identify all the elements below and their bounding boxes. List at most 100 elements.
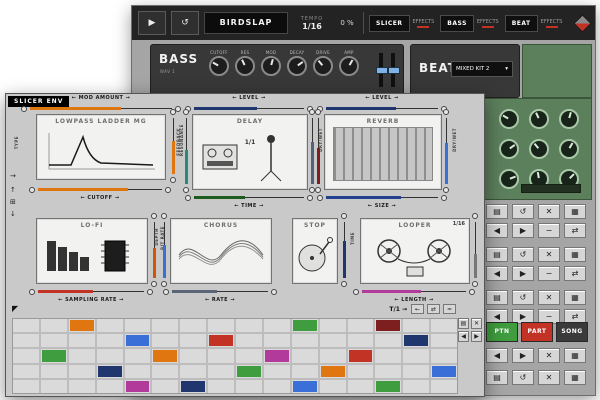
arrow-down-icon[interactable]: ↓ (10, 210, 16, 218)
grid-cell[interactable] (431, 349, 457, 362)
tempo-value[interactable]: 1/16 (302, 22, 322, 31)
swing-value[interactable]: 0 % (336, 19, 358, 27)
grid-cell[interactable] (431, 380, 457, 393)
prev-button[interactable]: ◀ (486, 348, 508, 363)
tab-effects-beat[interactable]: EFFECTS (541, 19, 563, 28)
clear-button[interactable]: ✕ (471, 318, 482, 329)
playhead-marker-icon[interactable]: ◤ (12, 304, 18, 314)
grid-cell[interactable] (236, 319, 262, 332)
grid-cell[interactable] (208, 365, 234, 378)
grid-cell[interactable] (264, 334, 290, 347)
filter-type-label[interactable]: TYPE (14, 136, 19, 149)
grid-cell[interactable] (403, 349, 429, 362)
tab-effects-bass[interactable]: EFFECTS (477, 19, 499, 28)
grid-cell[interactable] (180, 365, 206, 378)
beat-fx-knob[interactable] (529, 139, 549, 159)
grid-cell[interactable] (41, 349, 67, 362)
copy-button[interactable]: ▤ (486, 247, 508, 262)
grid-cell[interactable] (375, 365, 401, 378)
grid-cell[interactable] (152, 380, 178, 393)
patch-name-display[interactable]: BIRDSLAP (204, 12, 288, 34)
grid-cell[interactable] (375, 319, 401, 332)
swap-button[interactable]: ⇄ (564, 266, 586, 281)
grid-cell[interactable] (97, 334, 123, 347)
beat-fx-knob[interactable] (559, 109, 579, 129)
fill-button[interactable]: ▦ (564, 290, 586, 305)
arrow-left-button[interactable]: ← (411, 304, 424, 314)
reverb-size-slider[interactable] (324, 194, 440, 201)
grid-cell[interactable] (97, 349, 123, 362)
clear-button[interactable]: ✕ (538, 247, 560, 262)
grid-cell[interactable] (125, 349, 151, 362)
delay-time-value[interactable]: 1/1 (245, 139, 256, 146)
delay-box[interactable]: DELAY 1/1 (192, 114, 308, 190)
grid-icon[interactable]: ⊞ (10, 198, 16, 206)
copy-button[interactable]: ▤ (486, 290, 508, 305)
grid-cell[interactable] (125, 334, 151, 347)
grid-cell[interactable] (403, 365, 429, 378)
mod-amount-slider[interactable] (28, 105, 174, 112)
looper-speed-slider[interactable] (472, 220, 479, 280)
grid-cell[interactable] (431, 319, 457, 332)
grid-cell[interactable] (264, 365, 290, 378)
bass-knob-cutoff[interactable] (209, 56, 229, 76)
grid-cell[interactable] (403, 334, 429, 347)
grid-cell[interactable] (236, 380, 262, 393)
grid-cell[interactable] (208, 319, 234, 332)
tab-slicer[interactable]: SLICER (369, 15, 410, 32)
reverb-box[interactable]: REVERB (324, 114, 442, 190)
copy-button[interactable]: ▤ (486, 370, 508, 385)
fill-button[interactable]: ▦ (564, 370, 586, 385)
grid-cell[interactable] (69, 380, 95, 393)
bass-knob-decay[interactable] (287, 56, 307, 76)
grid-cell[interactable] (69, 365, 95, 378)
grid-cell[interactable] (41, 365, 67, 378)
grid-cell[interactable] (125, 365, 151, 378)
grid-cell[interactable] (403, 319, 429, 332)
grid-cell[interactable] (236, 365, 262, 378)
chorus-rate-slider[interactable] (170, 288, 270, 295)
cutoff-slider[interactable] (36, 186, 164, 193)
grid-cell[interactable] (180, 380, 206, 393)
undo-button[interactable]: ↺ (512, 247, 534, 262)
bass-fader[interactable] (379, 53, 383, 87)
lowpass-box[interactable]: LOWPASS LADDER MG (36, 114, 166, 180)
lofi-box[interactable]: LO-FI (36, 218, 148, 284)
chorus-box[interactable]: CHORUS (170, 218, 272, 284)
grid-cell[interactable] (97, 380, 123, 393)
grid-cell[interactable] (375, 380, 401, 393)
nudge-right-button[interactable]: ▶ (512, 266, 534, 281)
grid-cell[interactable] (180, 349, 206, 362)
bass-knob-res[interactable] (235, 56, 255, 76)
clear-button[interactable]: ✕ (538, 370, 560, 385)
copy-button[interactable]: ▤ (486, 204, 508, 219)
song-mode-button[interactable]: SONG (556, 322, 588, 342)
grid-cell[interactable] (41, 334, 67, 347)
undo-button[interactable]: ↺ (512, 290, 534, 305)
grid-cell[interactable] (292, 349, 318, 362)
next-button[interactable]: ▶ (471, 331, 482, 342)
grid-cell[interactable] (320, 319, 346, 332)
grid-cell[interactable] (125, 319, 151, 332)
grid-cell[interactable] (97, 365, 123, 378)
play-button[interactable]: ▶ (138, 11, 166, 35)
grid-cell[interactable] (320, 334, 346, 347)
beat-fx-knob[interactable] (499, 139, 519, 159)
grid-cell[interactable] (431, 365, 457, 378)
looper-length-value[interactable]: 1/16 (453, 221, 465, 227)
bass-fader[interactable] (391, 53, 395, 87)
undo-button[interactable]: ↺ (512, 370, 534, 385)
grid-cell[interactable] (264, 319, 290, 332)
grid-cell[interactable] (69, 334, 95, 347)
stop-time-slider[interactable] (341, 220, 348, 280)
loop-button[interactable]: ↺ (171, 11, 199, 35)
delay-time-slider[interactable] (192, 194, 306, 201)
arrow-right-icon[interactable]: → (10, 172, 16, 180)
grid-cell[interactable] (292, 365, 318, 378)
grid-cell[interactable] (41, 380, 67, 393)
grid-cell[interactable] (375, 334, 401, 347)
grid-cell[interactable] (13, 380, 39, 393)
remove-button[interactable]: − (538, 266, 560, 281)
bass-knob-drive[interactable] (313, 56, 333, 76)
tempo-control[interactable]: TEMPO 1/16 (293, 16, 331, 31)
